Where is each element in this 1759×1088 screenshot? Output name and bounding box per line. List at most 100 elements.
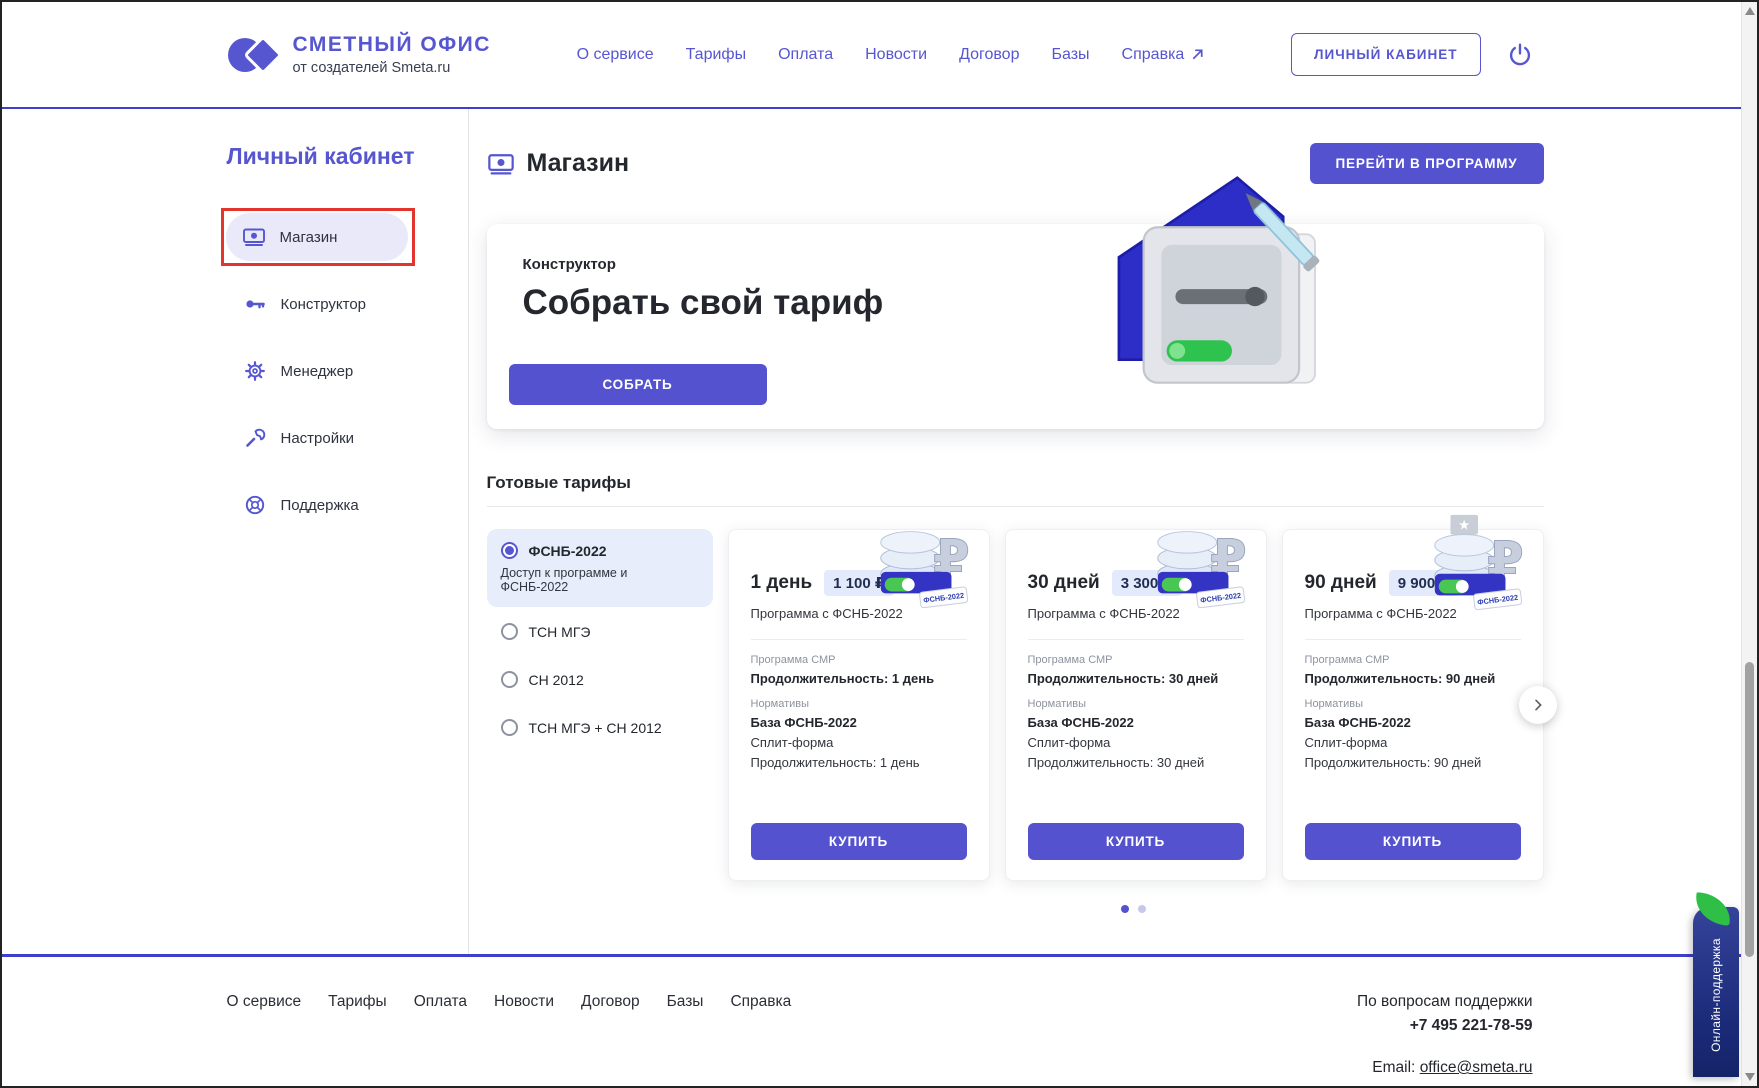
option-description: Доступ к программе и ФСНБ-2022 bbox=[501, 566, 699, 594]
radio-icon[interactable] bbox=[501, 671, 518, 688]
sidebar-item-label: Магазин bbox=[280, 229, 338, 246]
logo-subtitle: от создателей Smeta.ru bbox=[293, 60, 491, 76]
wrench-icon bbox=[243, 426, 267, 450]
footer-nav-news[interactable]: Новости bbox=[494, 993, 554, 1077]
app-footer: О сервисе Тарифы Оплата Новости Договор … bbox=[2, 954, 1757, 1088]
norms-duration: Продолжительность: 90 дней bbox=[1305, 755, 1521, 770]
nav-help[interactable]: Справка bbox=[1122, 46, 1206, 64]
annotation-red-box: Магазин bbox=[221, 208, 415, 266]
scrollbar-thumb[interactable] bbox=[1745, 662, 1754, 957]
norms-base: База ФСНБ-2022 bbox=[1028, 715, 1244, 730]
norms-form: Сплит-форма bbox=[751, 735, 967, 750]
card-divider bbox=[751, 639, 967, 640]
tariff-duration: 1 день bbox=[751, 572, 813, 594]
banknote-icon bbox=[487, 150, 515, 178]
leaf-icon bbox=[1694, 892, 1733, 926]
header-actions: ЛИЧНЫЙ КАБИНЕТ bbox=[1291, 33, 1532, 76]
norms-form: Сплит-форма bbox=[1305, 735, 1521, 750]
program-duration: Продолжительность: 90 дней bbox=[1305, 671, 1521, 686]
page-title: Магазин bbox=[487, 149, 630, 178]
sidebar-item-label: Менеджер bbox=[281, 363, 354, 380]
tariff-product-image: ₽ ФСНБ-2022 bbox=[869, 514, 977, 610]
footer-nav-about[interactable]: О сервисе bbox=[227, 993, 302, 1077]
norms-base: База ФСНБ-2022 bbox=[751, 715, 967, 730]
carousel-next-button[interactable] bbox=[1519, 686, 1557, 724]
norms-duration: Продолжительность: 1 день bbox=[751, 755, 967, 770]
page-scrollbar[interactable] bbox=[1741, 2, 1757, 1086]
tariff-card-90-days: ★ ₽ ФСНБ-2022 bbox=[1282, 529, 1544, 881]
email-label: Email: bbox=[1372, 1059, 1415, 1076]
nav-bases[interactable]: Базы bbox=[1051, 46, 1089, 64]
program-duration: Продолжительность: 1 день bbox=[751, 671, 967, 686]
content-area: Личный кабинет Магазин bbox=[227, 109, 1533, 954]
section-divider bbox=[487, 506, 1544, 507]
buy-button[interactable]: КУПИТЬ bbox=[1028, 823, 1244, 860]
tariff-product-image-starred: ★ ₽ ФСНБ-2022 bbox=[1423, 514, 1531, 610]
online-support-label: Онлайн-поддержка bbox=[1709, 938, 1723, 1052]
option-tsn-mge-sn-2012[interactable]: ТСН МГЭ + СН 2012 bbox=[487, 703, 713, 751]
card-divider bbox=[1028, 639, 1244, 640]
pagination-dot[interactable] bbox=[1138, 905, 1146, 913]
footer-nav-contract[interactable]: Договор bbox=[581, 993, 640, 1077]
pagination-dot-active[interactable] bbox=[1121, 905, 1129, 913]
base-options: ФСНБ-2022 Доступ к программе и ФСНБ-2022… bbox=[487, 529, 713, 881]
buy-button[interactable]: КУПИТЬ bbox=[1305, 823, 1521, 860]
external-link-icon bbox=[1190, 47, 1205, 62]
section-title: Готовые тарифы bbox=[487, 473, 1544, 493]
sidebar-item-label: Поддержка bbox=[281, 497, 359, 514]
footer-nav-tariffs[interactable]: Тарифы bbox=[328, 993, 387, 1077]
radio-icon[interactable] bbox=[501, 623, 518, 640]
logo-text: СМЕТНЫЙ ОФИС от создателей Smeta.ru bbox=[293, 33, 491, 76]
footer-nav-help[interactable]: Справка bbox=[730, 993, 791, 1077]
constructor-banner: Конструктор Собрать свой тариф СОБРАТЬ bbox=[487, 224, 1544, 429]
key-icon bbox=[243, 292, 267, 316]
nav-about[interactable]: О сервисе bbox=[577, 46, 654, 64]
sidebar-item-constructor[interactable]: Конструктор bbox=[227, 280, 409, 328]
footer-nav-bases[interactable]: Базы bbox=[667, 993, 704, 1077]
nav-news[interactable]: Новости bbox=[865, 46, 927, 64]
nav-contract[interactable]: Договор bbox=[959, 46, 1019, 64]
norms-base: База ФСНБ-2022 bbox=[1305, 715, 1521, 730]
main-panel: Магазин ПЕРЕЙТИ В ПРОГРАММУ Конструктор … bbox=[469, 109, 1544, 954]
lifebuoy-icon bbox=[243, 493, 267, 517]
scroll-up-arrow-icon[interactable] bbox=[1745, 7, 1755, 15]
sidebar-item-settings[interactable]: Настройки bbox=[227, 414, 409, 462]
tariff-duration: 90 дней bbox=[1305, 572, 1377, 594]
radio-checked-icon[interactable] bbox=[501, 542, 518, 559]
nav-payment[interactable]: Оплата bbox=[778, 46, 833, 64]
norms-duration: Продолжительность: 30 дней bbox=[1028, 755, 1244, 770]
banner-kicker: Конструктор bbox=[523, 256, 1508, 273]
footer-contacts: По вопросам поддержки +7 495 221-78-59 E… bbox=[1357, 993, 1533, 1077]
support-questions-label: По вопросам поддержки bbox=[1357, 993, 1533, 1011]
scroll-down-arrow-icon[interactable] bbox=[1745, 1073, 1755, 1081]
option-label: ТСН МГЭ + СН 2012 bbox=[529, 720, 662, 736]
sidebar: Личный кабинет Магазин bbox=[227, 109, 469, 954]
assemble-button[interactable]: СОБРАТЬ bbox=[509, 364, 767, 405]
nav-tariffs[interactable]: Тарифы bbox=[686, 46, 746, 64]
norms-form: Сплит-форма bbox=[1028, 735, 1244, 750]
sidebar-item-support[interactable]: Поддержка bbox=[227, 481, 409, 529]
norms-label: Нормативы bbox=[1028, 698, 1244, 710]
tariff-duration: 30 дней bbox=[1028, 572, 1100, 594]
sidebar-item-store[interactable]: Магазин bbox=[226, 213, 408, 261]
email-link[interactable]: office@smeta.ru bbox=[1420, 1059, 1533, 1076]
support-phone: +7 495 221-78-59 bbox=[1357, 1017, 1533, 1035]
tariff-product-image: ₽ ФСНБ-2022 bbox=[1146, 514, 1254, 610]
buy-button[interactable]: КУПИТЬ bbox=[751, 823, 967, 860]
footer-nav-payment[interactable]: Оплата bbox=[414, 993, 467, 1077]
option-sn-2012[interactable]: СН 2012 bbox=[487, 655, 713, 703]
account-button[interactable]: ЛИЧНЫЙ КАБИНЕТ bbox=[1291, 33, 1480, 76]
option-label: ФСНБ-2022 bbox=[529, 543, 607, 559]
radio-icon[interactable] bbox=[501, 719, 518, 736]
support-email-line: Email: office@smeta.ru bbox=[1357, 1059, 1533, 1077]
go-to-program-button[interactable]: ПЕРЕЙТИ В ПРОГРАММУ bbox=[1310, 143, 1544, 184]
power-icon[interactable] bbox=[1507, 42, 1533, 68]
logo[interactable]: СМЕТНЫЙ ОФИС от создателей Smeta.ru bbox=[227, 33, 491, 77]
app-header: СМЕТНЫЙ ОФИС от создателей Smeta.ru О се… bbox=[2, 2, 1757, 109]
carousel-pagination bbox=[728, 905, 1540, 913]
option-tsn-mge[interactable]: ТСН МГЭ bbox=[487, 607, 713, 655]
sidebar-item-manager[interactable]: Менеджер bbox=[227, 347, 409, 395]
option-fsnb-2022[interactable]: ФСНБ-2022 Доступ к программе и ФСНБ-2022 bbox=[487, 529, 713, 607]
program-label: Программа СМР bbox=[1305, 654, 1521, 666]
online-support-tab[interactable]: Онлайн-поддержка bbox=[1693, 907, 1739, 1077]
